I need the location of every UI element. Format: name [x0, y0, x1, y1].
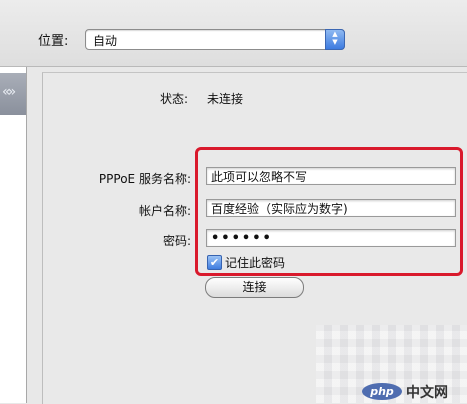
password-label: 密码: [162, 234, 191, 248]
location-value: 自动 [93, 34, 118, 48]
status-label: 状态: [160, 92, 189, 106]
toolbar: 位置: 自动 ▲ ▼ [0, 0, 467, 67]
account-name-label: 帐户名称: [138, 204, 191, 218]
location-label: 位置: [38, 34, 69, 49]
watermark-text: 中文网 [406, 385, 448, 401]
service-name-label: PPPoE 服务名称: [98, 172, 191, 186]
sidebar: «» [0, 67, 27, 403]
double-chevron-icon: «» [2, 84, 16, 100]
sidebar-item-selected[interactable]: «» [0, 73, 26, 115]
watermark-logo: php [362, 383, 402, 400]
highlight-box [195, 147, 463, 276]
up-down-arrows-icon: ▲ ▼ [325, 29, 345, 50]
location-select[interactable]: 自动 ▲ ▼ [85, 29, 345, 50]
status-value: 未连接 [207, 92, 244, 106]
connect-button[interactable]: 连接 [205, 277, 304, 298]
